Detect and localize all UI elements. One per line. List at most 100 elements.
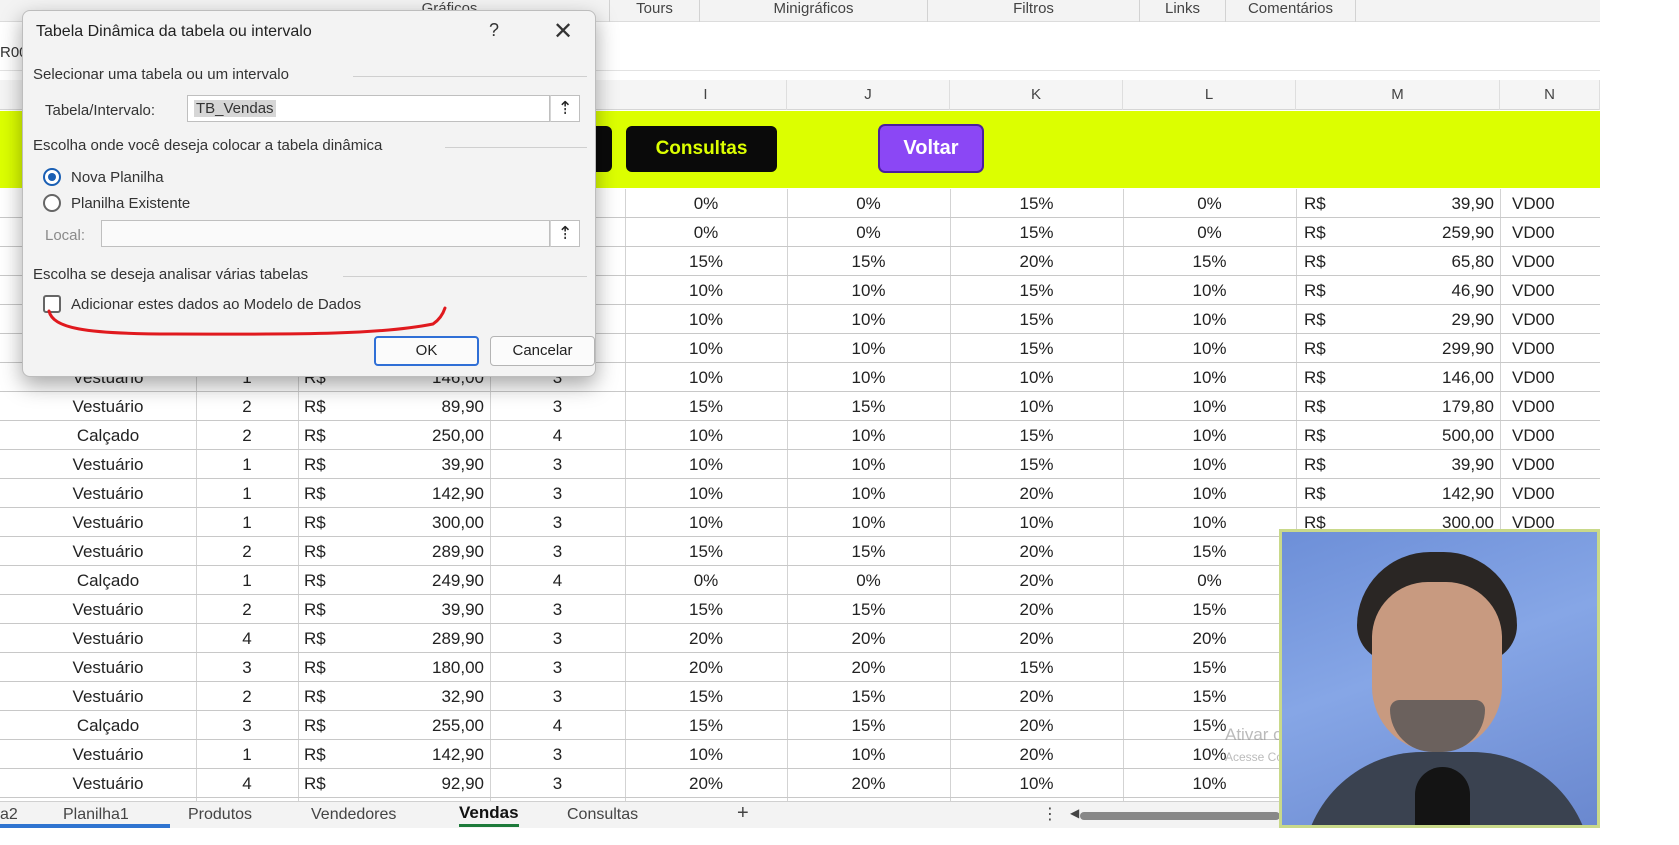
- cell-price[interactable]: 142,90: [354, 740, 490, 769]
- cell-col-k[interactable]: 15%: [950, 276, 1123, 305]
- cell-quantity[interactable]: 3: [196, 653, 298, 682]
- cell-currency[interactable]: R$: [304, 392, 354, 421]
- cell-col-m-currency[interactable]: R$: [1304, 450, 1344, 479]
- cell-category[interactable]: Vestuário: [20, 595, 196, 624]
- cell-col-m-currency[interactable]: R$: [1304, 363, 1344, 392]
- cell-col-i[interactable]: 0%: [625, 566, 787, 595]
- cell-col-m-currency[interactable]: R$: [1304, 334, 1344, 363]
- sheet-tab-produtos[interactable]: Produtos: [188, 806, 252, 824]
- cell-price[interactable]: 142,90: [354, 479, 490, 508]
- cell-price[interactable]: 92,90: [354, 769, 490, 798]
- cell-col-k[interactable]: 20%: [950, 682, 1123, 711]
- sheet-tab-planilha1[interactable]: Planilha1: [63, 806, 129, 824]
- cell-col-i[interactable]: 15%: [625, 392, 787, 421]
- cell-col-l[interactable]: 15%: [1123, 595, 1296, 624]
- cell-col-i[interactable]: 10%: [625, 363, 787, 392]
- cell-col-l[interactable]: 10%: [1123, 769, 1296, 798]
- cell-price[interactable]: 89,90: [354, 392, 490, 421]
- cell-col-l[interactable]: 10%: [1123, 421, 1296, 450]
- cell-col-j[interactable]: 15%: [787, 392, 950, 421]
- cell-quantity[interactable]: 2: [196, 595, 298, 624]
- cell-col-k[interactable]: 20%: [950, 740, 1123, 769]
- cell-quantity[interactable]: 1: [196, 450, 298, 479]
- cell-price[interactable]: 249,90: [354, 566, 490, 595]
- cell-col-j[interactable]: 20%: [787, 624, 950, 653]
- cancel-button[interactable]: Cancelar: [490, 336, 595, 366]
- cell-col-n[interactable]: VD00: [1512, 189, 1600, 218]
- column-header-j[interactable]: J: [787, 80, 950, 110]
- cell-col-k[interactable]: 20%: [950, 566, 1123, 595]
- range-input[interactable]: TB_Vendas: [187, 95, 550, 122]
- cell-col-k[interactable]: 15%: [950, 450, 1123, 479]
- cell-col-m-currency[interactable]: R$: [1304, 305, 1344, 334]
- cell-col-l[interactable]: 0%: [1123, 189, 1296, 218]
- cell-category[interactable]: Vestuário: [20, 769, 196, 798]
- range-collapse-icon[interactable]: ⇡: [550, 95, 580, 122]
- existing-sheet-label[interactable]: Planilha Existente: [71, 195, 190, 212]
- cell-col-i[interactable]: 15%: [625, 595, 787, 624]
- cell-col-m-currency[interactable]: R$: [1304, 189, 1344, 218]
- cell-col-k[interactable]: 20%: [950, 595, 1123, 624]
- cell-category[interactable]: Vestuário: [20, 450, 196, 479]
- cell-category[interactable]: Vestuário: [20, 392, 196, 421]
- cell-col-i[interactable]: 10%: [625, 508, 787, 537]
- cell-currency[interactable]: R$: [304, 682, 354, 711]
- cell-price[interactable]: 39,90: [354, 595, 490, 624]
- cell-col-j[interactable]: 10%: [787, 740, 950, 769]
- cell-col-i[interactable]: 15%: [625, 537, 787, 566]
- cell-category[interactable]: Vestuário: [20, 682, 196, 711]
- column-header-i[interactable]: I: [625, 80, 787, 110]
- cell-quantity[interactable]: 3: [196, 711, 298, 740]
- cell-col-m-currency[interactable]: R$: [1304, 218, 1344, 247]
- cell-col-i[interactable]: 10%: [625, 421, 787, 450]
- cell-col-j[interactable]: 0%: [787, 566, 950, 595]
- cell-type[interactable]: 3: [490, 740, 625, 769]
- cell-category[interactable]: Vestuário: [20, 624, 196, 653]
- help-icon[interactable]: ?: [489, 20, 499, 41]
- cell-col-i[interactable]: 20%: [625, 653, 787, 682]
- cell-currency[interactable]: R$: [304, 740, 354, 769]
- cell-quantity[interactable]: 4: [196, 624, 298, 653]
- cell-price[interactable]: 289,90: [354, 624, 490, 653]
- cell-col-j[interactable]: 10%: [787, 305, 950, 334]
- cell-col-m[interactable]: 39,90: [1344, 189, 1500, 218]
- cell-col-n[interactable]: VD00: [1512, 276, 1600, 305]
- scroll-left-icon[interactable]: ◀: [1070, 806, 1079, 820]
- cell-category[interactable]: Calçado: [20, 566, 196, 595]
- cell-col-i[interactable]: 10%: [625, 479, 787, 508]
- cell-col-j[interactable]: 0%: [787, 218, 950, 247]
- column-header-n[interactable]: N: [1500, 80, 1600, 110]
- cell-col-j[interactable]: 15%: [787, 595, 950, 624]
- cell-col-j[interactable]: 10%: [787, 276, 950, 305]
- cell-col-m-currency[interactable]: R$: [1304, 479, 1344, 508]
- cell-price[interactable]: 250,00: [354, 421, 490, 450]
- cell-type[interactable]: 3: [490, 653, 625, 682]
- horizontal-scrollbar[interactable]: [1080, 812, 1280, 820]
- cell-col-m-currency[interactable]: R$: [1304, 421, 1344, 450]
- cell-col-i[interactable]: 20%: [625, 624, 787, 653]
- cell-col-i[interactable]: 10%: [625, 305, 787, 334]
- location-collapse-icon[interactable]: ⇡: [550, 220, 580, 247]
- cell-type[interactable]: 3: [490, 595, 625, 624]
- cell-col-j[interactable]: 15%: [787, 682, 950, 711]
- cell-col-m-currency[interactable]: R$: [1304, 247, 1344, 276]
- cell-col-j[interactable]: 10%: [787, 508, 950, 537]
- column-header-k[interactable]: K: [950, 80, 1123, 110]
- cell-type[interactable]: 4: [490, 711, 625, 740]
- cell-col-i[interactable]: 10%: [625, 276, 787, 305]
- cell-category[interactable]: Vestuário: [20, 537, 196, 566]
- cell-col-l[interactable]: 10%: [1123, 305, 1296, 334]
- cell-col-l[interactable]: 10%: [1123, 276, 1296, 305]
- cell-col-i[interactable]: 0%: [625, 218, 787, 247]
- cell-col-i[interactable]: 10%: [625, 450, 787, 479]
- cell-category[interactable]: Calçado: [20, 421, 196, 450]
- cell-col-k[interactable]: 15%: [950, 653, 1123, 682]
- new-sheet-radio[interactable]: [43, 168, 61, 186]
- cell-col-k[interactable]: 20%: [950, 247, 1123, 276]
- cell-currency[interactable]: R$: [304, 566, 354, 595]
- cell-type[interactable]: 3: [490, 450, 625, 479]
- cell-col-m[interactable]: 299,90: [1344, 334, 1500, 363]
- cell-currency[interactable]: R$: [304, 711, 354, 740]
- cell-col-m-currency[interactable]: R$: [1304, 392, 1344, 421]
- cell-col-l[interactable]: 10%: [1123, 363, 1296, 392]
